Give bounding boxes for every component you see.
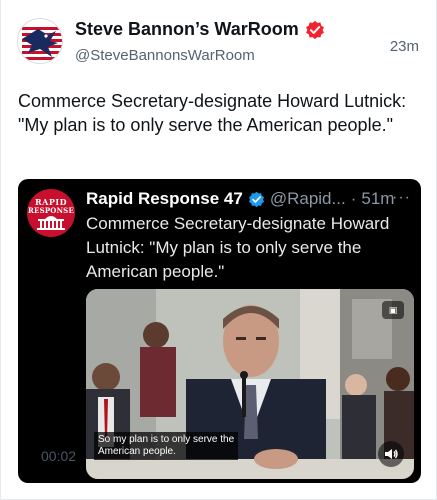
post-card[interactable]: Steve Bannon’s WarRoom @SteveBannonsWarR… xyxy=(0,0,437,500)
eagle-flag-logo-icon xyxy=(18,19,62,63)
video-timecode: 00:02 xyxy=(41,448,77,464)
timestamp[interactable]: 23m xyxy=(390,38,419,55)
separator-dot: · xyxy=(350,189,357,208)
caption-line-1: So my plan is to only serve the xyxy=(98,434,235,445)
avatar[interactable] xyxy=(17,18,63,64)
quoted-handle[interactable]: @Rapid... xyxy=(270,189,346,209)
caption-line-2: American people. xyxy=(98,446,176,457)
volume-icon xyxy=(385,449,398,459)
quoted-display-name[interactable]: Rapid Response 47 xyxy=(86,189,243,209)
video-caption: So my plan is to only serve the American… xyxy=(94,432,239,460)
verified-badge-icon xyxy=(305,20,324,39)
quoted-avatar[interactable]: RAPID RESPONSE xyxy=(27,189,75,237)
post-text: Commerce Secretary-designate Howard Lutn… xyxy=(18,91,407,135)
verified-badge-icon xyxy=(248,191,264,207)
media-badge-icon[interactable]: ▣ xyxy=(382,301,404,319)
quoted-post-text: Commerce Secretary-designate Howard Lutn… xyxy=(86,214,390,281)
quoted-timestamp[interactable]: 51m xyxy=(361,189,394,209)
video-player[interactable]: So my plan is to only serve the American… xyxy=(86,289,414,479)
quoted-post-card[interactable]: RAPID RESPONSE Rapid Response 47 @Rapid.… xyxy=(18,179,421,483)
volume-button[interactable] xyxy=(378,441,404,467)
handle[interactable]: @SteveBannonsWarRoom xyxy=(75,47,255,64)
author-row: Steve Bannon’s WarRoom xyxy=(75,19,325,40)
building-icon xyxy=(37,216,65,230)
more-options-icon[interactable]: ··· xyxy=(392,189,411,207)
display-name[interactable]: Steve Bannon’s WarRoom xyxy=(75,19,299,40)
quoted-author-row: Rapid Response 47 @Rapid... · 51m xyxy=(86,189,394,209)
